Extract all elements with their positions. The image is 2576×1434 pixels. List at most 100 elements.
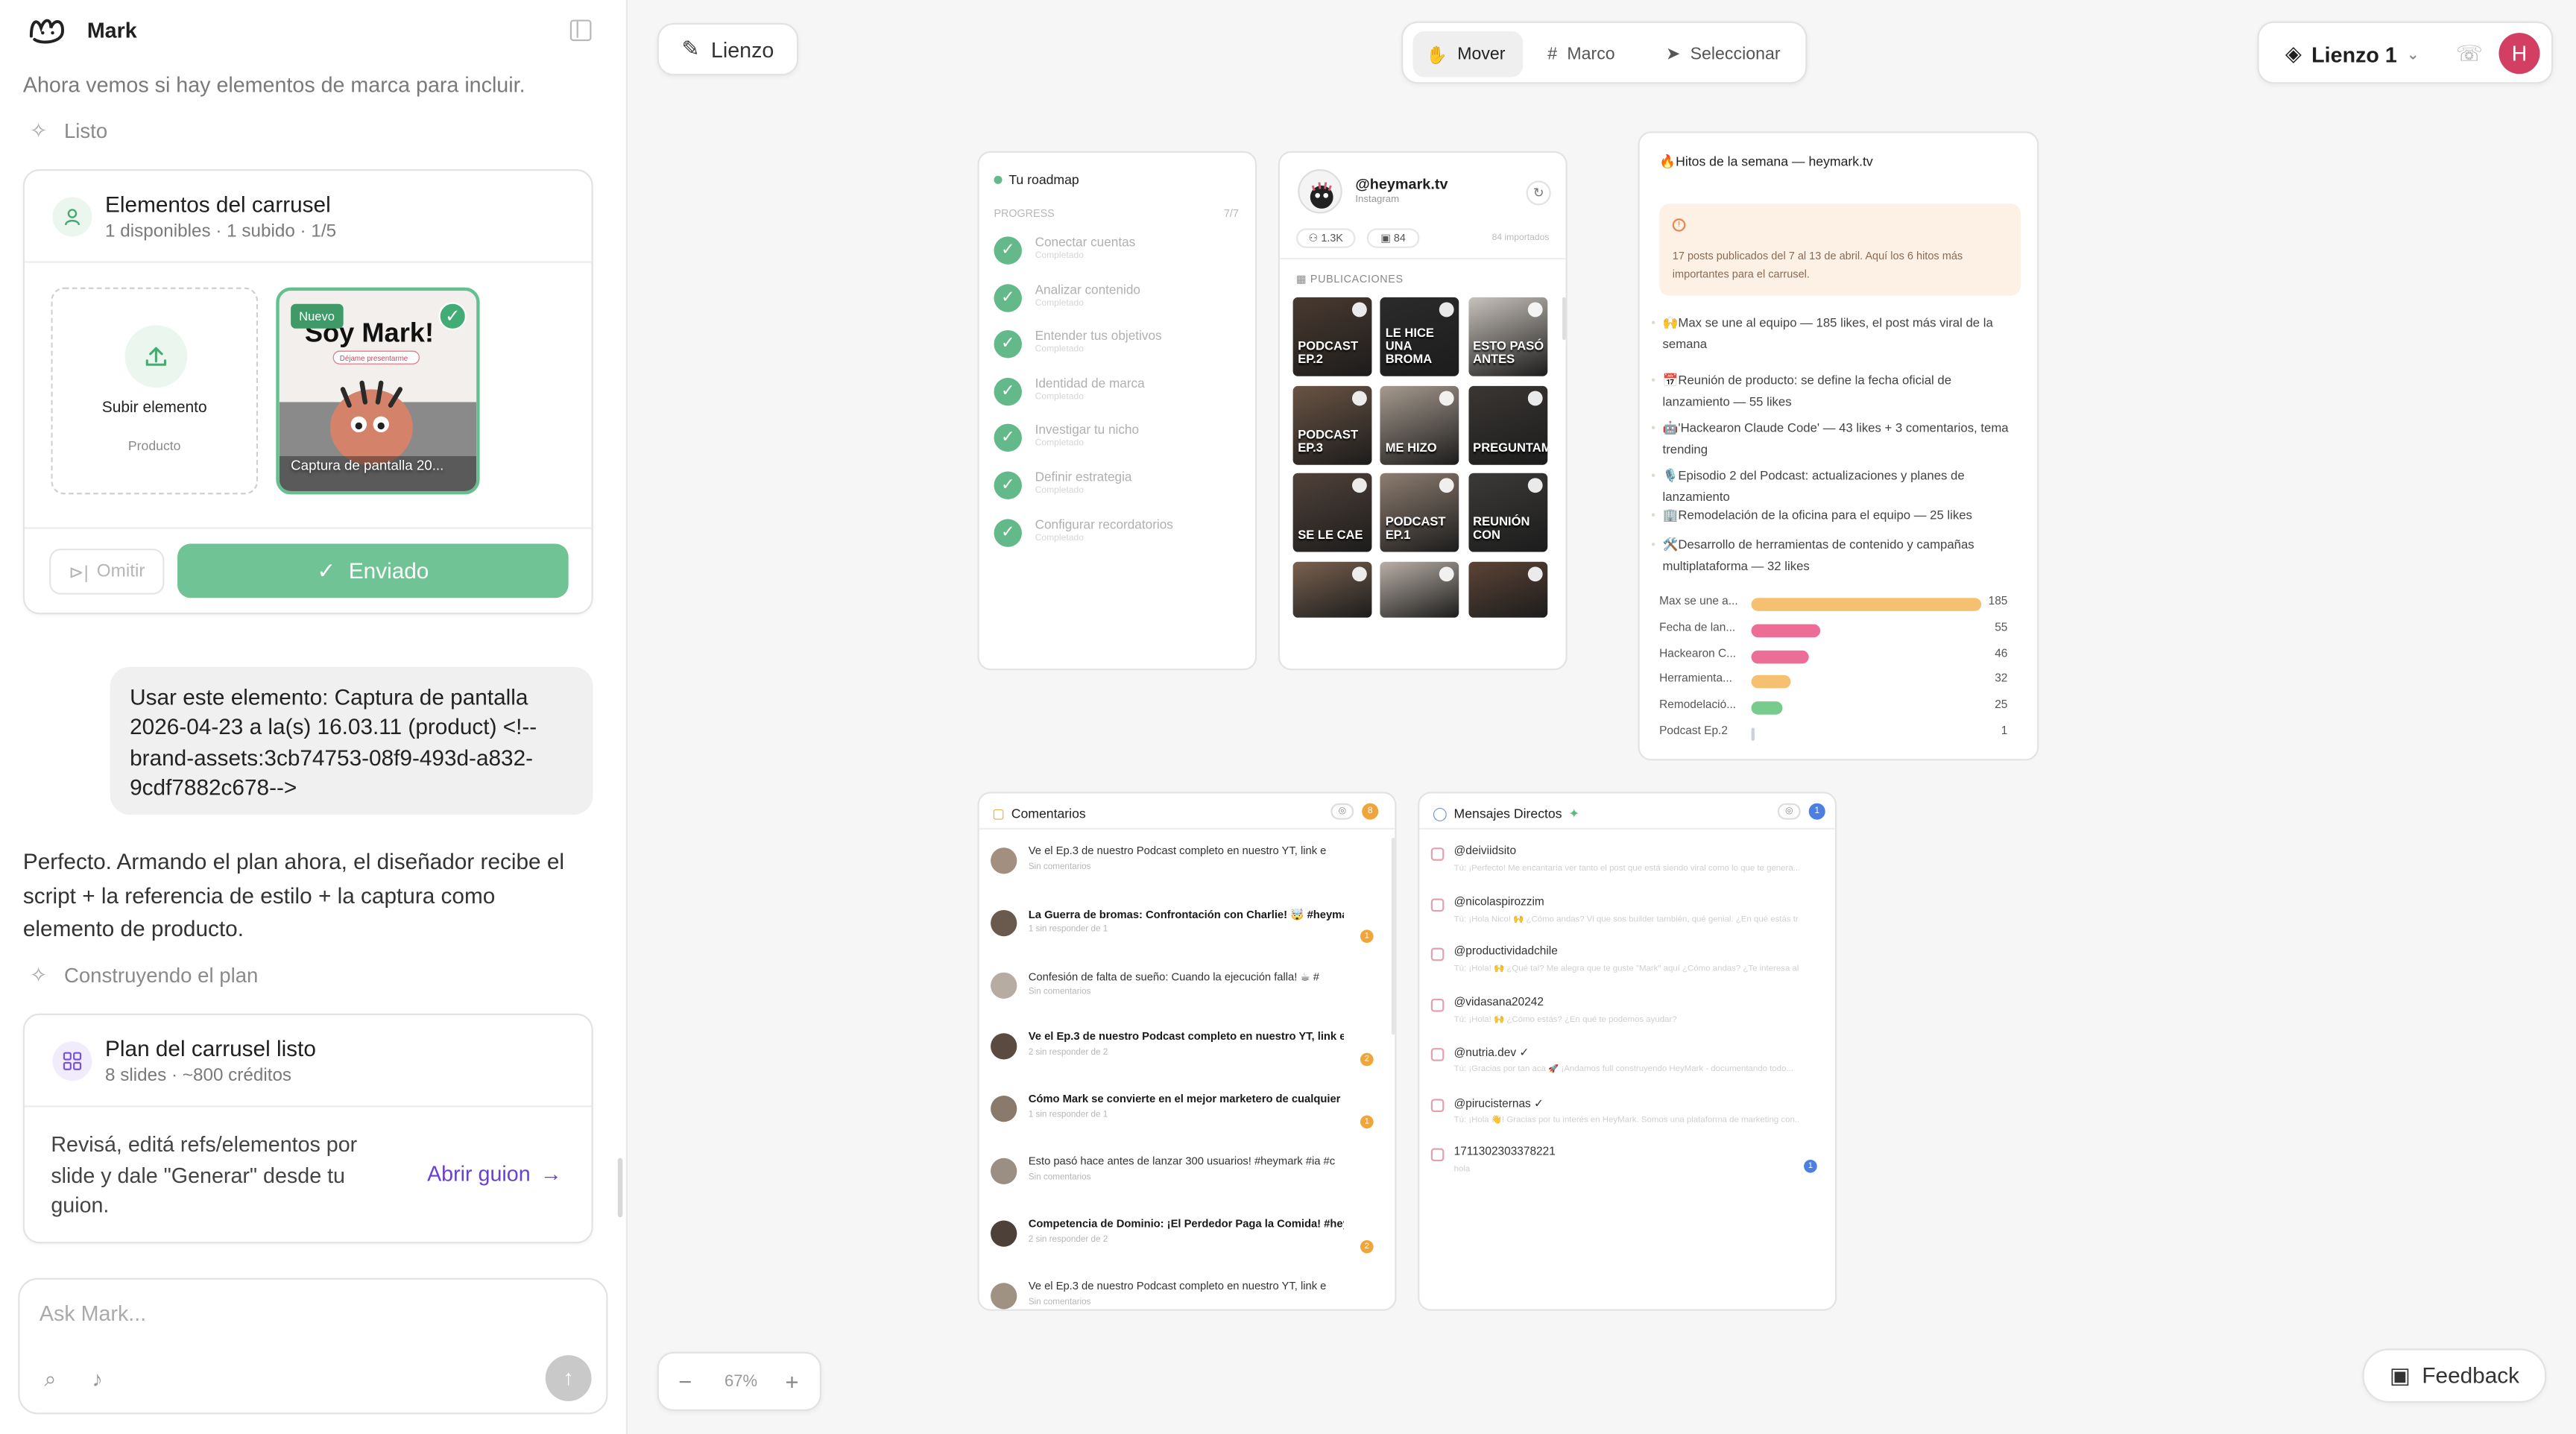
instagram-filter-icon[interactable]: ◎ [1777, 803, 1801, 820]
post-thumbnail[interactable]: SE LE CAE [1292, 473, 1372, 552]
dm-row[interactable]: @vidasana20242 Tú: ¡Hola! 🙌 ¿Cómo estás? … [1430, 996, 1825, 1046]
dm-row[interactable]: @pirucisternas ✓ Tú: ¡Hola 👋! Gracias por… [1430, 1096, 1825, 1146]
dm-row[interactable]: @deiviidsito Tú: ¡Perfecto! Me encantaría… [1430, 846, 1825, 895]
post-thumbnail[interactable]: PODCAST EP.2 [1292, 297, 1372, 376]
post-thumbnail[interactable] [1380, 560, 1459, 617]
comment-row[interactable]: Confesión de falta de sueño: Cuando la e… [991, 967, 1382, 1029]
roadmap-item[interactable]: ✓ Investigar tu nicho Completado [994, 423, 1240, 462]
feedback-label: Feedback [2422, 1363, 2520, 1389]
roadmap-item[interactable]: ✓ Entender tus objetivos Completado [994, 329, 1240, 368]
roadmap-item-state: Completado [1035, 392, 1084, 402]
refresh-icon[interactable]: ↻ [1526, 180, 1551, 206]
post-thumbnail[interactable] [1292, 560, 1372, 617]
chat-scrollbar[interactable] [617, 1157, 623, 1218]
post-thumbnail-avatar [991, 847, 1017, 874]
post-thumbnail[interactable]: PODCAST EP.3 [1292, 385, 1372, 464]
zoom-out-icon[interactable]: − [678, 1368, 692, 1394]
post-thumbnail[interactable]: ESTO PASÓ ANTES [1468, 297, 1547, 376]
post-thumbnail-text: ME HIZO [1385, 439, 1437, 455]
dm-preview: Tú: ¡Gracias por tan aca 🚀 ¡Andamos full… [1453, 1064, 1793, 1075]
post-thumbnail[interactable]: LE HICE UNA BROMA [1380, 297, 1459, 376]
dm-row[interactable]: @nutria.dev ✓ Tú: ¡Gracias por tan aca 🚀 … [1430, 1046, 1825, 1096]
canvas-dropdown[interactable]: ◈ Lienzo 1 ⌄ [2285, 41, 2419, 67]
dm-username: @vidasana20242 [1453, 996, 1544, 1008]
comment-row[interactable]: Ve el Ep.3 de nuestro Podcast completo e… [991, 1029, 1382, 1092]
post-thumbnail[interactable]: PODCAST EP.1 [1380, 473, 1459, 552]
video-icon [1351, 390, 1367, 405]
attach-icon[interactable]: ⌕ [45, 1367, 57, 1393]
dm-row[interactable]: 17113023033782​21 hola 1 [1430, 1146, 1825, 1195]
posts-scrollbar[interactable] [1562, 297, 1566, 341]
direct-messages-panel[interactable]: ◯ Mensajes Directos ✦ ◎ 1 @deiviidsito Tú… [1418, 792, 1837, 1311]
send-button[interactable]: ↑ [545, 1355, 592, 1401]
whatsapp-icon[interactable]: ☏ [2456, 41, 2483, 67]
comment-post-text: Ve el Ep.3 de nuestro Podcast completo e… [1028, 846, 1327, 858]
comments-title: ▢ Comentarios [992, 806, 1085, 821]
roadmap-item-state: Completado [1035, 298, 1084, 309]
comment-row[interactable]: Ve el Ep.3 de nuestro Podcast completo e… [991, 843, 1382, 906]
video-icon [1527, 566, 1542, 581]
comment-row[interactable]: Ve el Ep.3 de nuestro Podcast completo e… [991, 1277, 1382, 1310]
open-script-label: Abrir guion [427, 1161, 531, 1187]
zoom-in-icon[interactable]: + [786, 1368, 799, 1394]
upload-element-tile[interactable]: Subir elemento Producto [51, 287, 259, 495]
roadmap-panel[interactable]: Tu roadmap PROGRESS 7/7 ✓ Conectar cuenta… [977, 151, 1257, 671]
check-icon: ✓ [994, 236, 1022, 265]
chat-input[interactable]: Ask Mark... [40, 1301, 146, 1325]
dm-row[interactable]: @nicolaspirozzim Tú: ¡Hola Nico! 🙌 ¿Cómo … [1430, 896, 1825, 945]
sent-button[interactable]: ✓ Enviado [177, 543, 569, 598]
tool-frame[interactable]: # Marco [1535, 31, 1643, 78]
weekly-highlights-panel[interactable]: 🔥Hitos de la semana — heymark.tv ! 17 po… [1638, 131, 2039, 761]
open-script-link[interactable]: Abrir guion → [427, 1161, 561, 1186]
image-icon: ▣ [1380, 233, 1394, 245]
post-thumbnail[interactable]: ME HIZO [1380, 385, 1459, 464]
canvas-selector: ◈ Lienzo 1 ⌄ ☏ H [2257, 21, 2554, 84]
roadmap-item[interactable]: ✓ Identidad de marca Completado [994, 376, 1240, 415]
check-icon: ✓ [994, 518, 1022, 547]
comment-post-text: Esto pasó hace antes de lanzar 300 usuar… [1028, 1156, 1336, 1168]
video-icon [1527, 478, 1542, 493]
dm-preview: Tú: ¡Hola 👋! Gracias por tu interés en H… [1453, 1114, 1799, 1125]
instagram-icon [1430, 847, 1445, 861]
highlight-item: 🛠️Desarrollo de herramientas de contenid… [1651, 535, 2021, 577]
highlights-info-box: ! 17 posts publicados del 7 al 13 de abr… [1659, 203, 2021, 296]
comments-scrollbar[interactable] [1391, 837, 1395, 1035]
post-thumbnail[interactable]: REUNIÓN CON [1468, 473, 1547, 552]
roadmap-item[interactable]: ✓ Analizar contenido Completado [994, 282, 1240, 321]
canvas-label: Lienzo [710, 37, 774, 62]
comment-row[interactable]: Competencia de Dominio: ¡El Perdedor Pag… [991, 1215, 1382, 1277]
feedback-button[interactable]: ▣ Feedback [2362, 1348, 2547, 1403]
chart-category-label: Herramienta... [1659, 674, 1732, 686]
comment-status: Sin comentarios [1028, 1297, 1091, 1307]
divider [1419, 827, 1835, 830]
tool-select[interactable]: ➤ Seleccionar [1652, 31, 1800, 78]
comment-row[interactable]: Esto pasó hace antes de lanzar 300 usuar… [991, 1153, 1382, 1216]
roadmap-item[interactable]: ✓ Conectar cuentas Completado [994, 235, 1240, 274]
roadmap-item[interactable]: ✓ Configurar recordatorios Completado [994, 517, 1240, 556]
post-thumbnail[interactable] [1468, 560, 1547, 617]
layers-icon: ◈ [2285, 41, 2302, 66]
post-thumbnail[interactable]: PREGUNTAMOS [1468, 385, 1547, 464]
step-construyendo: ✧ Construyendo el plan [30, 964, 259, 988]
progress-count: 7/7 [1223, 208, 1239, 221]
comment-row[interactable]: La Guerra de bromas: Confrontación con C… [991, 905, 1382, 967]
canvas-mode-button[interactable]: ✎ Lienzo [657, 22, 799, 76]
chart-bar-row: Max se une a... 185 [1659, 595, 2024, 614]
microphone-icon[interactable]: ♪ [92, 1367, 102, 1392]
roadmap-item[interactable]: ✓ Definir estrategia Completado [994, 470, 1240, 509]
instagram-filter-icon[interactable]: ◎ [1330, 803, 1354, 820]
roadmap-item-state: Completado [1035, 486, 1084, 496]
instagram-panel[interactable]: @heymark.tv Instagram ↻ ⚇ 1.3K ▣ 84 84 i… [1278, 151, 1568, 671]
app-name: Mark [86, 18, 137, 43]
comment-row[interactable]: Cómo Mark se convierte en el mejor marke… [991, 1091, 1382, 1154]
roadmap-item-label: Configurar recordatorios [1035, 517, 1173, 532]
dm-row[interactable]: @productividadchile Tú: ¡Hola! 🙌 ¿Qué tal… [1430, 946, 1825, 995]
user-avatar[interactable]: H [2498, 33, 2540, 75]
tool-move[interactable]: ✋ Mover [1412, 31, 1524, 78]
sidebar-collapse-icon[interactable] [569, 19, 592, 42]
comments-panel[interactable]: ▢ Comentarios ◎ 8 Ve el Ep.3 de nuestro … [977, 792, 1397, 1311]
skip-button[interactable]: ⊳| Omitir [49, 549, 165, 595]
imported-count: 84 importados [1491, 233, 1550, 244]
user-message: Usar este elemento: Captura de pantalla … [110, 666, 593, 815]
selected-asset-tile[interactable]: Soy Mark! Déjame presentarme Nuevo ✓ Cap… [276, 287, 480, 495]
